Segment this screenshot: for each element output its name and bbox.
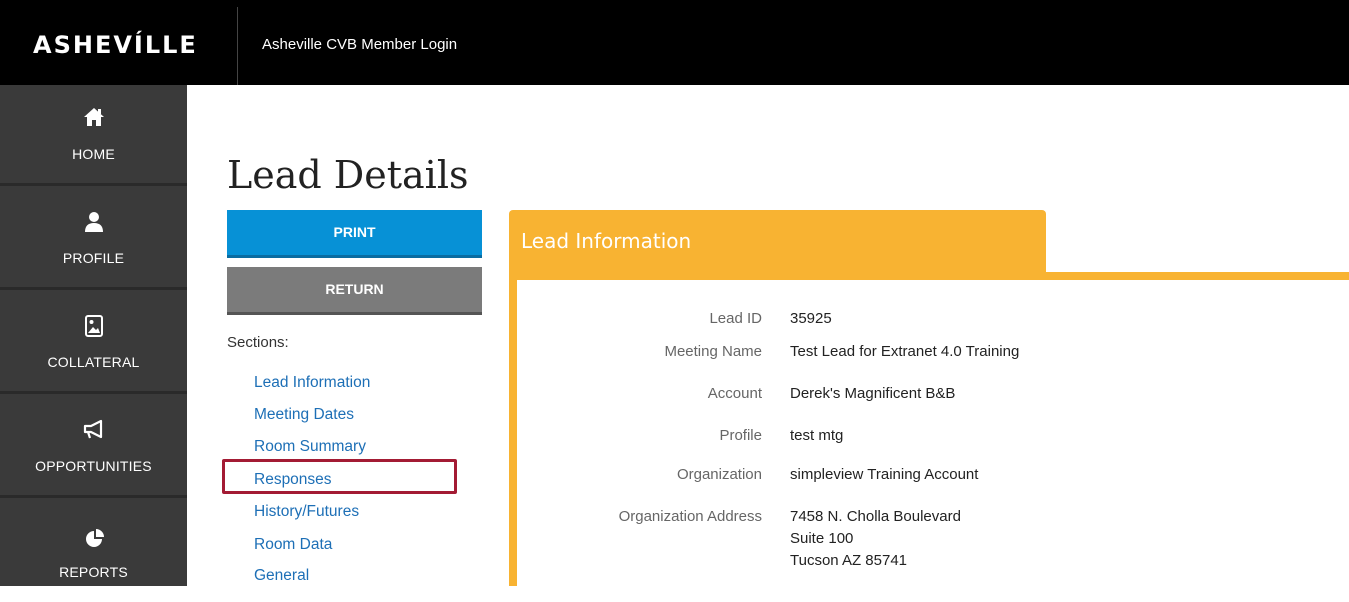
- field-label-profile: Profile: [719, 427, 762, 444]
- field-label-organization: Organization: [676, 466, 762, 483]
- sidebar-item-opportunities[interactable]: OPPORTUNITIES: [0, 397, 187, 498]
- lead-information-panel: Lead Information Lead ID 35925 Meeting N…: [509, 210, 1349, 586]
- asheville-logo[interactable]: ASHEVÍLLE: [33, 30, 198, 60]
- field-label-account: Account: [707, 385, 762, 402]
- user-icon: [0, 211, 187, 235]
- lead-information-title: Lead Information: [521, 229, 692, 253]
- field-value-lead-id: 35925: [790, 310, 832, 327]
- field-value-address-line3: Tucson AZ 85741: [790, 552, 908, 569]
- section-link-general[interactable]: General: [254, 567, 309, 585]
- image-icon: [0, 315, 187, 339]
- pie-chart-icon: [0, 529, 187, 553]
- sidebar-item-collateral[interactable]: COLLATERAL: [0, 293, 187, 394]
- return-button[interactable]: RETURN: [227, 267, 482, 315]
- header-divider: [237, 7, 238, 85]
- home-icon: [0, 107, 187, 131]
- field-label-lead-id: Lead ID: [709, 310, 762, 327]
- section-link-meeting-dates[interactable]: Meeting Dates: [254, 406, 354, 424]
- sidebar-item-home[interactable]: HOME: [0, 85, 187, 186]
- lead-information-tab: Lead Information: [509, 210, 1046, 272]
- field-label-meeting-name: Meeting Name: [664, 343, 762, 360]
- app-title: Asheville CVB Member Login: [262, 36, 458, 53]
- section-link-lead-information[interactable]: Lead Information: [254, 374, 370, 392]
- panel-body: Lead ID 35925 Meeting Name Test Lead for…: [509, 272, 1349, 586]
- sidebar-item-label: OPPORTUNITIES: [35, 458, 152, 474]
- top-header: ASHEVÍLLE Asheville CVB Member Login: [0, 0, 1349, 85]
- field-value-profile: test mtg: [790, 427, 844, 444]
- sections-label: Sections:: [227, 334, 289, 351]
- sidebar-item-reports[interactable]: REPORTS: [0, 501, 187, 602]
- field-value-meeting-name: Test Lead for Extranet 4.0 Training: [790, 343, 1020, 360]
- field-value-organization: simpleview Training Account: [790, 466, 979, 483]
- megaphone-icon: [0, 419, 187, 443]
- sidebar-item-label: HOME: [72, 146, 115, 162]
- sidebar-item-profile[interactable]: PROFILE: [0, 189, 187, 290]
- section-link-room-data[interactable]: Room Data: [254, 536, 332, 554]
- sidebar-item-label: COLLATERAL: [47, 354, 140, 370]
- field-value-address-line1: 7458 N. Cholla Boulevard: [790, 508, 961, 525]
- field-label-organization-address: Organization Address: [618, 508, 762, 525]
- sidebar-nav: HOME PROFILE COLLATERAL OPPORTUNITIES RE…: [0, 85, 187, 586]
- section-link-history-futures[interactable]: History/Futures: [254, 503, 359, 521]
- page-title: Lead Details: [227, 153, 469, 197]
- panel-content: Lead ID 35925 Meeting Name Test Lead for…: [517, 280, 1349, 586]
- section-link-room-summary[interactable]: Room Summary: [254, 438, 366, 456]
- sidebar-item-label: REPORTS: [59, 564, 128, 580]
- responses-highlight-box: [222, 459, 457, 494]
- print-button[interactable]: PRINT: [227, 210, 482, 258]
- field-value-account: Derek's Magnificent B&B: [790, 385, 956, 402]
- sidebar-item-label: PROFILE: [62, 250, 125, 266]
- field-value-address-line2: Suite 100: [790, 530, 854, 547]
